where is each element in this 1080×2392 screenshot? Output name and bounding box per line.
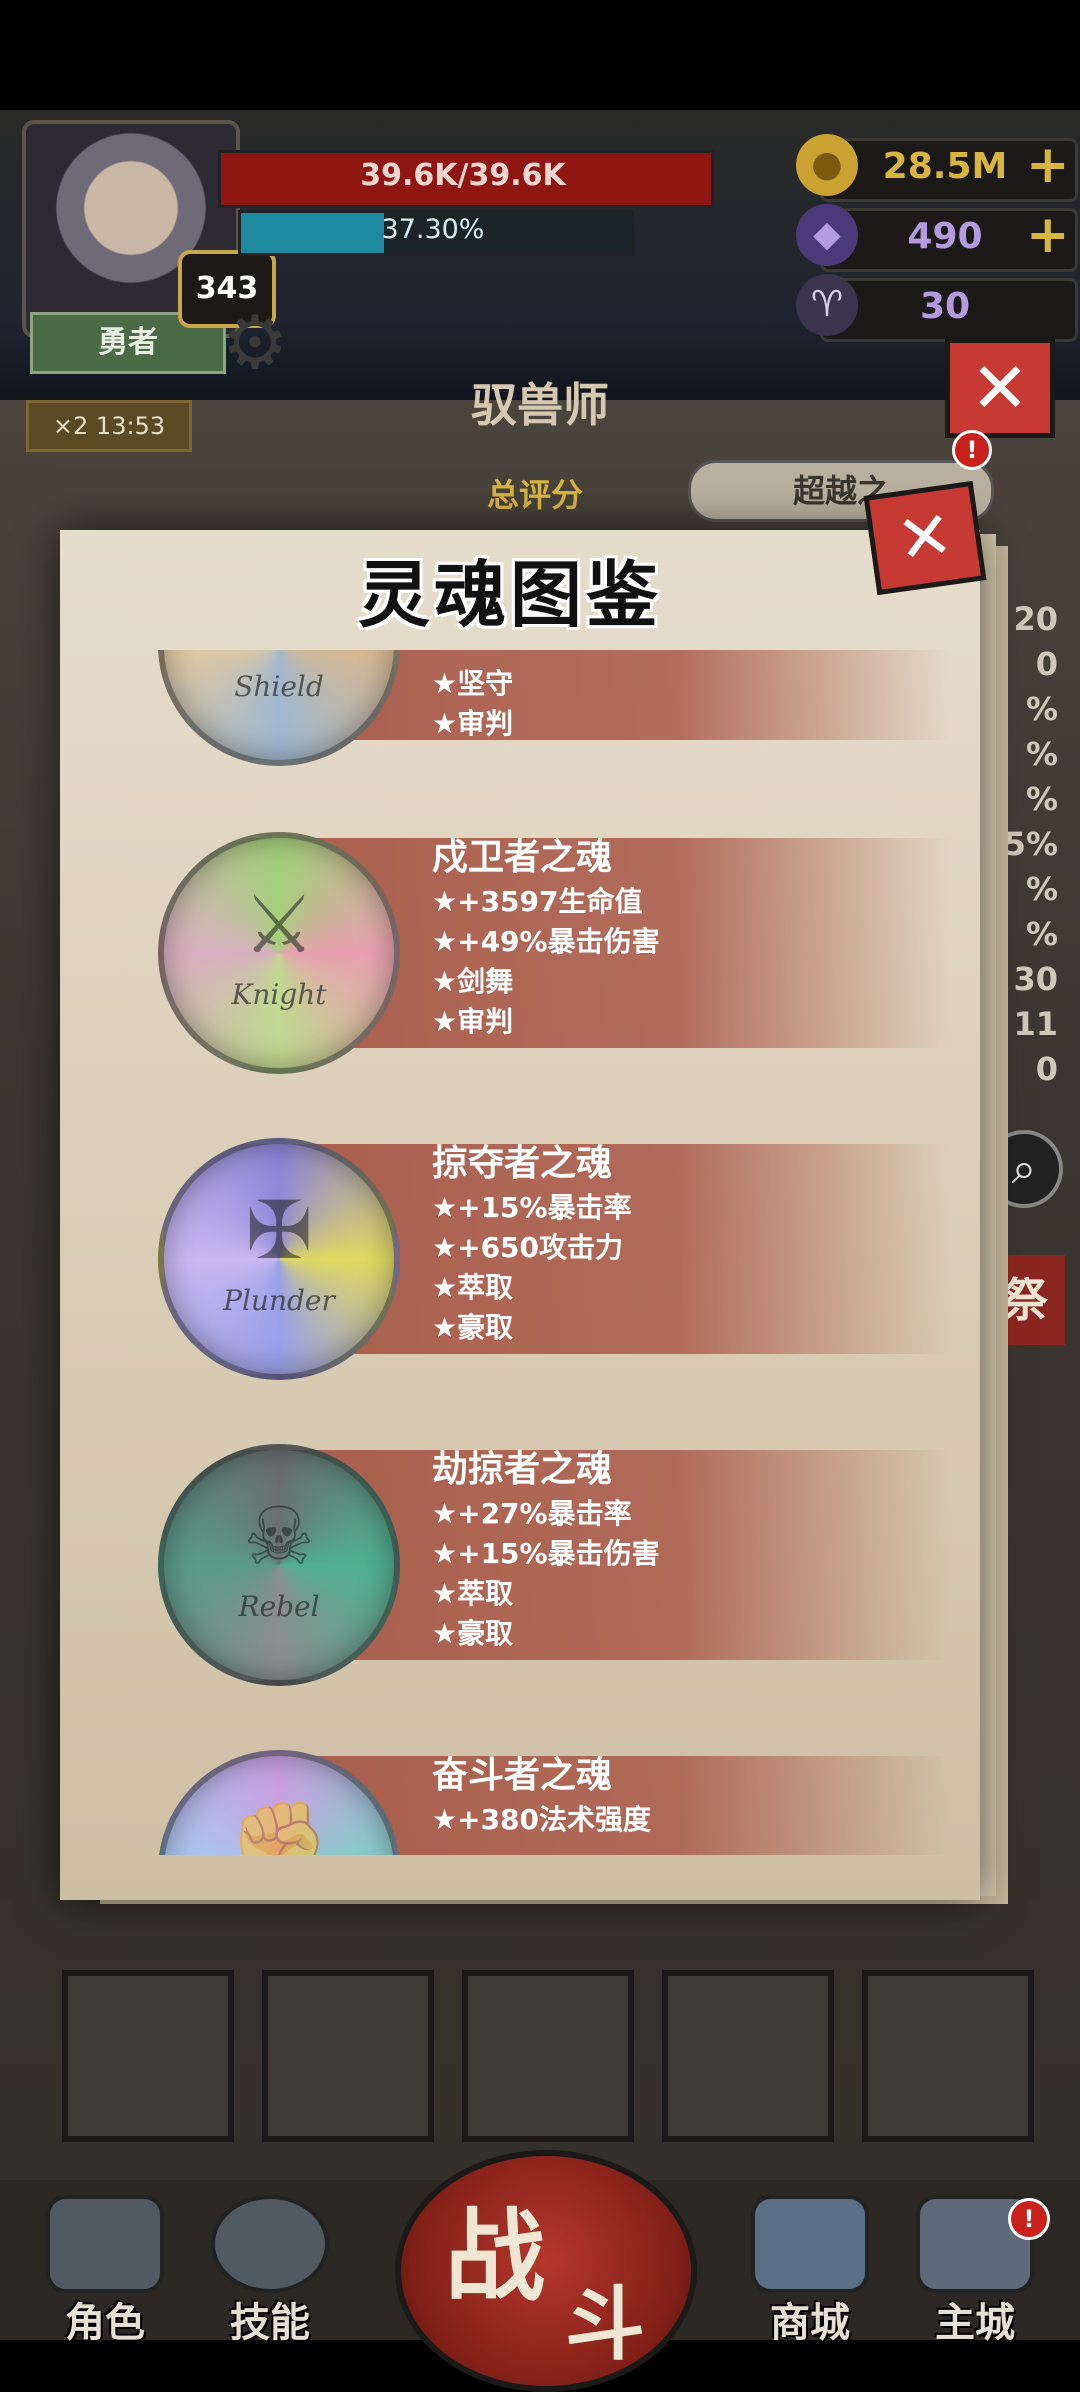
soul-item[interactable]: ⚔ Knight 戍卫者之魂 ★+3597生命值 ★+49%暴击伤害 ★剑舞 ★… xyxy=(150,818,950,1078)
dialog-close-button[interactable]: ✕ xyxy=(863,480,987,596)
inventory-slot[interactable] xyxy=(262,1970,434,2142)
soul-attr: ★+15%暴击伤害 xyxy=(432,1537,660,1570)
nav-skill-label: 技能 xyxy=(230,2300,310,2346)
axe-emblem-icon: ✠ xyxy=(245,1184,313,1277)
seal-word: Rebel xyxy=(238,1590,320,1623)
inventory-slot[interactable] xyxy=(462,1970,634,2142)
transcend-alert-badge: ! xyxy=(952,430,992,470)
soul-item[interactable]: ✊ 奋斗者之魂 ★+380法术强度 xyxy=(150,1736,950,1855)
soul-attr: ★+27%暴击率 xyxy=(432,1497,632,1530)
gem-icon: ◆ xyxy=(796,204,858,266)
soul-item[interactable]: ☠ Rebel 劫掠者之魂 ★+27%暴击率 ★+15%暴击伤害 ★萃取 ★豪取 xyxy=(150,1430,950,1690)
add-gem-button[interactable]: + xyxy=(1026,206,1070,264)
seal-word: Plunder xyxy=(223,1284,335,1317)
skull-emblem-icon: ☠ xyxy=(243,1490,315,1583)
panel-close-button[interactable]: ✕ xyxy=(945,338,1055,438)
soul-item[interactable]: Shield ★坚守 ★审判 xyxy=(150,650,950,770)
fist-emblem-icon: ✊ xyxy=(229,1796,329,1855)
soul-attr: ★坚守 xyxy=(432,667,514,700)
status-bar-area xyxy=(0,0,1080,110)
nav-role-label: 角色 xyxy=(65,2300,145,2346)
soul-attr: ★萃取 xyxy=(432,1271,514,1304)
gem-amount: 490 xyxy=(907,216,983,257)
inventory-slot[interactable] xyxy=(662,1970,834,2142)
nav-role-button[interactable]: 角色 xyxy=(30,2195,180,2355)
gold-amount: 28.5M xyxy=(882,146,1008,187)
ram-key-icon: ♈ xyxy=(796,274,858,336)
rebel-seal-icon: ☠ Rebel xyxy=(158,1444,400,1686)
stat-value-5: % xyxy=(1025,780,1058,818)
city-alert-badge: ! xyxy=(1008,2198,1050,2240)
soul-name: 戍卫者之魂 xyxy=(432,837,613,878)
nav-shop-button[interactable]: 商城 xyxy=(735,2195,885,2355)
sacrifice-button[interactable]: 祭 xyxy=(985,1255,1065,1345)
soul-attr: ★+380法术强度 xyxy=(432,1803,652,1836)
search-icon[interactable]: ⌕ xyxy=(985,1130,1063,1208)
soul-attr: ★豪取 xyxy=(432,1617,514,1650)
stat-value-1: 20 xyxy=(1013,600,1058,638)
boost-timer: ×2 13:53 xyxy=(26,400,192,452)
soul-attr: ★+650攻击力 xyxy=(432,1231,624,1264)
soul-attr: ★剑舞 xyxy=(432,965,514,998)
shop-tent-icon xyxy=(751,2195,869,2293)
stat-value-3: % xyxy=(1025,690,1058,728)
nav-city-label: 主城 xyxy=(935,2300,1015,2346)
helmet-icon xyxy=(46,2195,164,2293)
nav-skill-button[interactable]: 技能 xyxy=(195,2195,345,2355)
inventory-slot[interactable] xyxy=(862,1970,1034,2142)
seal-word: Knight xyxy=(231,978,327,1011)
dialog-title: 灵魂图鉴 xyxy=(357,553,662,637)
seal-word: Shield xyxy=(234,670,324,703)
key-amount: 30 xyxy=(919,286,971,327)
soul-name: 劫掠者之魂 xyxy=(432,1449,613,1490)
stat-value-9: 30 xyxy=(1013,960,1058,998)
soul-attr: ★审判 xyxy=(432,1005,514,1038)
settings-gear-icon[interactable]: ⚙ xyxy=(212,300,298,386)
sword-emblem-icon: ⚔ xyxy=(243,878,315,971)
soul-name: 掠夺者之魂 xyxy=(432,1143,613,1184)
stat-value-6: 5% xyxy=(1003,825,1058,863)
battle-label-a: 战 xyxy=(445,2198,545,2315)
boost-time: 13:53 xyxy=(95,412,166,440)
stat-value-10: 11 xyxy=(1013,1005,1058,1043)
class-title: 驭兽师 xyxy=(471,378,609,432)
xp-text: 37.30% xyxy=(381,214,485,245)
knight-seal-icon: ⚔ Knight xyxy=(158,832,400,1074)
total-score-label: 总评分 xyxy=(486,476,583,514)
nav-shop-label: 商城 xyxy=(770,2300,850,2346)
boost-multiplier: ×2 xyxy=(52,412,89,440)
plunder-seal-icon: ✠ Plunder xyxy=(158,1138,400,1380)
battle-button[interactable] xyxy=(395,2150,697,2392)
soul-attr: ★审判 xyxy=(432,707,514,740)
soul-attr: ★+3597生命值 xyxy=(432,885,643,918)
soul-attr: ★+15%暴击率 xyxy=(432,1191,632,1224)
inventory-slot[interactable] xyxy=(62,1970,234,2142)
stat-value-11: 0 xyxy=(1035,1050,1058,1088)
stat-value-8: % xyxy=(1025,915,1058,953)
swirl-icon xyxy=(211,2195,329,2293)
stat-value-4: % xyxy=(1025,735,1058,773)
soul-attr: ★豪取 xyxy=(432,1311,514,1344)
battle-label-b: 斗 xyxy=(565,2278,645,2371)
add-gold-button[interactable]: + xyxy=(1026,136,1070,194)
shield-seal-icon: Shield xyxy=(158,650,400,766)
gold-coin-icon: ● xyxy=(796,134,858,196)
stat-value-7: % xyxy=(1025,870,1058,908)
soul-attr: ★萃取 xyxy=(432,1577,514,1610)
soul-item[interactable]: ✠ Plunder 掠夺者之魂 ★+15%暴击率 ★+650攻击力 ★萃取 ★豪… xyxy=(150,1124,950,1384)
soul-attr: ★+49%暴击伤害 xyxy=(432,925,660,958)
stat-value-2: 0 xyxy=(1035,645,1058,683)
hp-text: 39.6K/39.6K xyxy=(360,158,566,193)
soul-list[interactable]: Shield ★坚守 ★审判 ⚔ Knight 戍卫者之魂 ★+3597生命值 … xyxy=(150,650,950,1855)
soul-name: 奋斗者之魂 xyxy=(432,1755,613,1796)
